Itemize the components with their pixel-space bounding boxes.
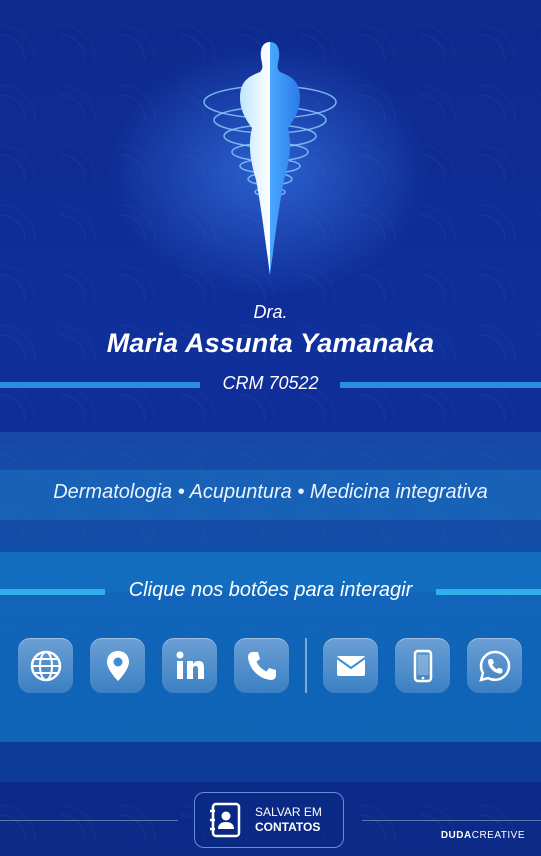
save-contact-button[interactable]: SALVAR EM CONTATOS <box>194 792 344 848</box>
save-line-right <box>362 820 541 821</box>
title-prefix: Dra. <box>253 302 288 322</box>
save-label-line2: CONTATOS <box>255 820 321 834</box>
specialties: Dermatologia • Acupuntura • Medicina int… <box>53 481 488 503</box>
crm-number: CRM 70522 <box>222 373 319 393</box>
interaction-prompt: Clique nos botões para interagir <box>128 579 413 601</box>
button-divider <box>305 638 307 693</box>
brand-signature: DUDACREATIVE <box>441 830 525 841</box>
mobile-icon <box>413 649 432 682</box>
phone-icon <box>247 651 276 680</box>
globe-icon <box>30 650 61 681</box>
doctor-name: Maria Assunta Yamanaka <box>106 328 435 358</box>
brand-regular: CREATIVE <box>471 830 525 841</box>
body-silhouette-logo <box>203 42 337 275</box>
save-line-left <box>0 820 178 821</box>
whatsapp-icon <box>478 650 510 682</box>
save-label-line1: SALVAR EM <box>255 805 322 819</box>
business-card: Dra. Maria Assunta Yamanaka CRM 70522 De… <box>0 0 541 856</box>
phone-button[interactable] <box>234 638 289 693</box>
linkedin-icon <box>176 651 204 679</box>
linkedin-button[interactable] <box>162 638 217 693</box>
mobile-button[interactable] <box>395 638 450 693</box>
map-pin-icon <box>106 650 129 681</box>
mail-icon <box>335 655 366 676</box>
location-button[interactable] <box>90 638 145 693</box>
contact-book-icon <box>210 802 241 838</box>
brand-bold: DUDA <box>440 830 472 841</box>
website-button[interactable] <box>18 638 73 693</box>
email-button[interactable] <box>323 638 378 693</box>
bottom-band <box>0 742 541 782</box>
whatsapp-button[interactable] <box>467 638 522 693</box>
